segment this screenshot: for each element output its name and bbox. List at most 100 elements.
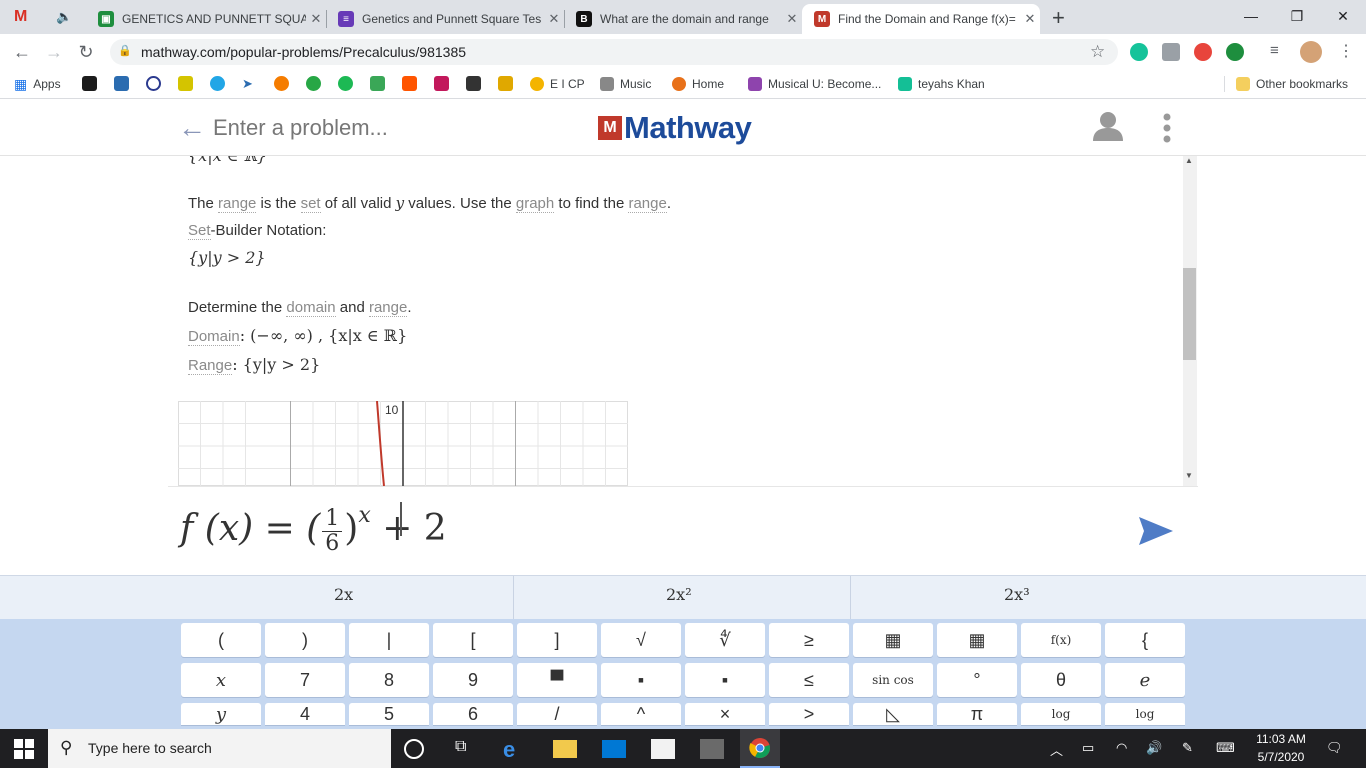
bookmark-other[interactable]: Other bookmarks	[1236, 74, 1348, 94]
bookmark-teyahs-khan[interactable]: teyahs Khan	[898, 74, 985, 94]
suggestion-2x-cubed[interactable]: 2x³	[1004, 585, 1030, 604]
bookmark-icon[interactable]	[274, 76, 289, 91]
tray-chevron-icon[interactable]: ︿	[1050, 740, 1063, 759]
key-abs-bar[interactable]: |	[349, 623, 429, 657]
send-icon[interactable]	[1138, 515, 1174, 547]
bookmark-musical-u[interactable]: Musical U: Become...	[748, 74, 881, 94]
close-icon[interactable]: ✕	[782, 11, 802, 27]
key-greater-than[interactable]: >	[769, 703, 849, 725]
domain-link[interactable]: Domain	[188, 328, 240, 346]
tab-genetics[interactable]: ▣ GENETICS AND PUNNETT SQUAR ✕	[86, 4, 326, 34]
bookmark-eicp[interactable]: E I CP	[530, 74, 585, 94]
suggestion-2x-squared[interactable]: 2x²	[666, 585, 692, 604]
key-close-paren[interactable]: )	[265, 623, 345, 657]
new-tab-button[interactable]: +	[1052, 5, 1065, 31]
reload-button[interactable]: ↻	[74, 40, 98, 64]
url-text[interactable]: mathway.com/popular-problems/Precalculus…	[141, 44, 466, 60]
keyboard-icon[interactable]: ⌨	[1216, 740, 1235, 756]
bookmark-icon[interactable]	[370, 76, 385, 91]
key-open-bracket[interactable]: [	[433, 623, 513, 657]
close-icon[interactable]: ✕	[1020, 11, 1040, 27]
bookmark-icon[interactable]	[306, 76, 321, 91]
windows-start-icon[interactable]	[14, 739, 34, 759]
key-less-equal[interactable]: ≤	[769, 663, 849, 697]
bookmark-icon[interactable]	[114, 76, 129, 91]
bookmark-icon[interactable]	[434, 76, 449, 91]
back-button[interactable]: ←	[10, 40, 34, 64]
bookmark-icon[interactable]	[498, 76, 513, 91]
key-brace[interactable]: {	[1105, 623, 1185, 657]
spotify-icon[interactable]	[338, 76, 353, 91]
key-e[interactable]: e	[1105, 663, 1185, 697]
key-matrix-alt[interactable]: ▦	[937, 623, 1017, 657]
key-eight[interactable]: 8	[349, 663, 429, 697]
tab-brainly[interactable]: B What are the domain and range ✕	[564, 4, 802, 34]
chrome-menu-icon[interactable]: ⋮	[1338, 41, 1354, 61]
back-arrow-icon[interactable]: ←	[178, 112, 206, 144]
graph-link[interactable]: graph	[515, 195, 555, 213]
key-y[interactable]: y	[181, 703, 261, 725]
set-link[interactable]: set	[300, 195, 321, 213]
key-nine[interactable]: 9	[433, 663, 513, 697]
key-log[interactable]: log	[1021, 703, 1101, 725]
screencast-icon[interactable]	[1194, 43, 1212, 61]
key-four[interactable]: 4	[265, 703, 345, 725]
key-five[interactable]: 5	[349, 703, 429, 725]
soundcloud-icon[interactable]	[402, 76, 417, 91]
forward-button[interactable]: →	[42, 40, 66, 64]
key-power[interactable]: ^	[601, 703, 681, 725]
close-icon[interactable]: ✕	[306, 11, 326, 27]
range-link[interactable]: range	[628, 195, 667, 213]
search-placeholder[interactable]: Type here to search	[88, 740, 212, 756]
key-divide[interactable]: /	[517, 703, 597, 725]
restore-button[interactable]: ❐	[1274, 0, 1320, 32]
key-superscript[interactable]: ▪	[601, 663, 681, 697]
range-link[interactable]: range	[218, 195, 257, 213]
key-pi[interactable]: π	[937, 703, 1017, 725]
key-greater-equal[interactable]: ≥	[769, 623, 849, 657]
key-six[interactable]: 6	[433, 703, 513, 725]
store-icon[interactable]	[651, 739, 675, 759]
key-close-bracket[interactable]: ]	[517, 623, 597, 657]
domain-link[interactable]: domain	[286, 299, 336, 317]
mathway-logo[interactable]: M Mathway	[598, 110, 752, 146]
range-link[interactable]: range	[368, 299, 408, 317]
close-icon[interactable]: ✕	[544, 11, 564, 27]
tab-genetics-test[interactable]: ≡ Genetics and Punnett Square Tes ✕	[326, 4, 564, 34]
media-control-icon[interactable]: ≡	[1270, 42, 1279, 59]
key-subscript[interactable]: ▪	[685, 663, 765, 697]
key-log-base[interactable]: log	[1105, 703, 1185, 725]
bookmark-icon[interactable]	[82, 76, 97, 91]
suggestion-2x[interactable]: 2x	[334, 585, 353, 604]
scroll-up-arrow[interactable]: ▲	[1185, 156, 1193, 165]
key-trig[interactable]: sin cos	[853, 663, 933, 697]
bookmark-music[interactable]: Music	[600, 74, 651, 94]
key-degree[interactable]: °	[937, 663, 1017, 697]
minimize-button[interactable]: —	[1228, 0, 1274, 32]
key-open-paren[interactable]: (	[181, 623, 261, 657]
key-sqrt[interactable]: √	[601, 623, 681, 657]
battery-icon[interactable]: ▭	[1082, 740, 1094, 756]
key-nth-root[interactable]: ∜	[685, 623, 765, 657]
set-link[interactable]: Set	[188, 222, 211, 240]
range-link[interactable]: Range	[188, 357, 233, 375]
quizlet-icon[interactable]	[146, 76, 161, 91]
volume-icon[interactable]: 🔊	[1146, 740, 1162, 756]
app-icon[interactable]	[700, 739, 724, 759]
clock-date[interactable]: 5/7/2020	[1256, 750, 1306, 764]
notifications-icon[interactable]: 🗨	[1326, 740, 1343, 756]
key-function[interactable]: f(x)	[1021, 623, 1101, 657]
key-fraction[interactable]: ▀	[517, 663, 597, 697]
problem-input-placeholder[interactable]: Enter a problem...	[213, 115, 388, 141]
user-account-icon[interactable]	[1092, 110, 1124, 142]
audio-tab-icon[interactable]: 🔈	[56, 9, 72, 25]
bookmark-icon[interactable]	[210, 76, 225, 91]
bookmark-home[interactable]: Home	[672, 74, 724, 94]
profile-avatar[interactable]	[1300, 41, 1322, 63]
key-angle[interactable]: ◺	[853, 703, 933, 725]
clock-time[interactable]: 11:03 AM	[1256, 732, 1306, 746]
mail-icon[interactable]	[602, 740, 626, 758]
key-times[interactable]: ×	[685, 703, 765, 725]
cortana-icon[interactable]	[404, 739, 424, 759]
task-view-icon[interactable]: ⧉	[455, 738, 466, 756]
